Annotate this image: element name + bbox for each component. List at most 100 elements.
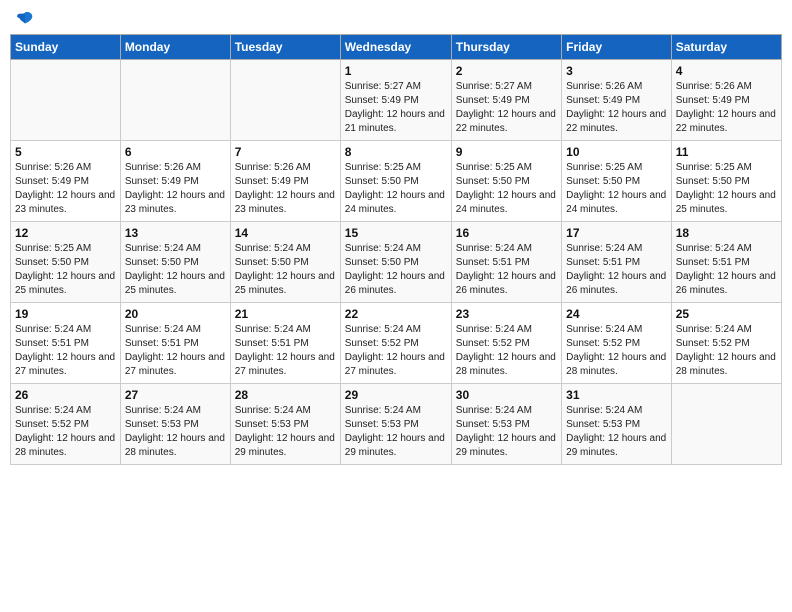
day-number: 21 [235,307,336,321]
day-info-line: Sunrise: 5:24 AM [456,242,557,256]
calendar-day-cell: 14Sunrise: 5:24 AMSunset: 5:50 PMDayligh… [230,222,340,303]
day-info-line: Sunrise: 5:24 AM [345,404,447,418]
day-info-line: Sunset: 5:52 PM [15,418,116,432]
day-info-line: Sunrise: 5:24 AM [566,242,667,256]
day-number: 31 [566,388,667,402]
day-info-line: Sunrise: 5:24 AM [676,323,777,337]
day-info-line: Sunrise: 5:24 AM [566,404,667,418]
calendar-day-cell [120,60,230,141]
day-info-line: Sunset: 5:49 PM [15,175,116,189]
calendar-day-cell: 25 Sunrise: 5:24 AMSunset: 5:52 PMDayligh… [671,303,781,384]
calendar-day-cell: 26Sunrise: 5:24 AMSunset: 5:52 PMDayligh… [11,384,121,465]
day-info-line: Sunset: 5:52 PM [676,337,777,351]
day-info-line: Sunset: 5:49 PM [676,94,777,108]
calendar-day-cell: 4Sunrise: 5:26 AMSunset: 5:49 PMDaylight… [671,60,781,141]
calendar-day-cell: 5Sunrise: 5:26 AMSunset: 5:49 PMDaylight… [11,141,121,222]
day-info-line: Sunrise: 5:24 AM [125,242,226,256]
day-info-line: Sunset: 5:53 PM [125,418,226,432]
calendar-day-cell: 7Sunrise: 5:26 AMSunset: 5:49 PMDaylight… [230,141,340,222]
weekday-header-cell: Friday [562,35,672,60]
day-info-line: Sunset: 5:52 PM [345,337,447,351]
calendar-week-row: 5Sunrise: 5:26 AMSunset: 5:49 PMDaylight… [11,141,782,222]
day-number: 3 [566,64,667,78]
logo [14,10,34,28]
day-number: 22 [345,307,447,321]
day-info-line: Sunrise: 5:24 AM [235,404,336,418]
day-number: 19 [15,307,116,321]
day-info-line: Sunset: 5:50 PM [125,256,226,270]
calendar-day-cell: 19Sunrise: 5:24 AMSunset: 5:51 PMDayligh… [11,303,121,384]
day-number: 17 [566,226,667,240]
day-info-line: Daylight: 12 hours and 24 minutes. [566,189,667,217]
calendar-day-cell: 28Sunrise: 5:24 AMSunset: 5:53 PMDayligh… [230,384,340,465]
day-info-line: Daylight: 12 hours and 29 minutes. [345,432,447,460]
calendar-week-row: 1Sunrise: 5:27 AMSunset: 5:49 PMDaylight… [11,60,782,141]
day-info-line: Sunrise: 5:26 AM [566,80,667,94]
day-info-line: Sunset: 5:51 PM [676,256,777,270]
day-info-line: Sunset: 5:51 PM [566,256,667,270]
day-info-line: Sunset: 5:50 PM [676,175,777,189]
day-info-line: Sunrise: 5:26 AM [235,161,336,175]
day-info-line: Sunrise: 5:26 AM [676,80,777,94]
day-info-line: Daylight: 12 hours and 24 minutes. [345,189,447,217]
calendar-week-row: 12Sunrise: 5:25 AMSunset: 5:50 PMDayligh… [11,222,782,303]
day-info-line: Daylight: 12 hours and 23 minutes. [235,189,336,217]
day-info-line: Daylight: 12 hours and 25 minutes. [235,270,336,298]
day-number: 9 [456,145,557,159]
day-info-line: Sunset: 5:51 PM [125,337,226,351]
day-info-line: Sunrise: 5:24 AM [345,242,447,256]
calendar-week-row: 19Sunrise: 5:24 AMSunset: 5:51 PMDayligh… [11,303,782,384]
calendar-day-cell: 3Sunrise: 5:26 AMSunset: 5:49 PMDaylight… [562,60,672,141]
calendar-day-cell [230,60,340,141]
day-info-line: Sunrise: 5:24 AM [125,323,226,337]
day-info-line: Daylight: 12 hours and 22 minutes. [456,108,557,136]
day-info-line: Sunrise: 5:25 AM [566,161,667,175]
day-info-line: Sunset: 5:51 PM [15,337,116,351]
day-number: 11 [676,145,777,159]
day-number: 25 [676,307,777,321]
day-info-line: Daylight: 12 hours and 28 minutes. [676,351,777,379]
calendar-day-cell: 8Sunrise: 5:25 AMSunset: 5:50 PMDaylight… [340,141,451,222]
day-number: 8 [345,145,447,159]
calendar-table: SundayMondayTuesdayWednesdayThursdayFrid… [10,34,782,465]
weekday-header-cell: Monday [120,35,230,60]
day-info-line: Sunset: 5:50 PM [456,175,557,189]
day-info-line: Sunrise: 5:24 AM [235,323,336,337]
calendar-body: 1Sunrise: 5:27 AMSunset: 5:49 PMDaylight… [11,60,782,465]
day-info-line: Sunrise: 5:24 AM [456,404,557,418]
weekday-header-cell: Thursday [451,35,561,60]
day-number: 16 [456,226,557,240]
calendar-day-cell: 17Sunrise: 5:24 AMSunset: 5:51 PMDayligh… [562,222,672,303]
day-info-line: Sunrise: 5:24 AM [456,323,557,337]
header [10,10,782,28]
day-info-line: Sunset: 5:52 PM [566,337,667,351]
day-info-line: Sunrise: 5:25 AM [456,161,557,175]
day-info-line: Sunset: 5:50 PM [15,256,116,270]
day-number: 27 [125,388,226,402]
day-info-line: Sunrise: 5:24 AM [15,404,116,418]
day-info-line: Sunset: 5:51 PM [456,256,557,270]
day-number: 28 [235,388,336,402]
day-info-line: Sunrise: 5:24 AM [566,323,667,337]
calendar-day-cell: 30Sunrise: 5:24 AMSunset: 5:53 PMDayligh… [451,384,561,465]
calendar-day-cell: 10Sunrise: 5:25 AMSunset: 5:50 PMDayligh… [562,141,672,222]
calendar-day-cell: 21Sunrise: 5:24 AMSunset: 5:51 PMDayligh… [230,303,340,384]
day-number: 15 [345,226,447,240]
day-number: 2 [456,64,557,78]
weekday-header-row: SundayMondayTuesdayWednesdayThursdayFrid… [11,35,782,60]
calendar-day-cell: 27Sunrise: 5:24 AMSunset: 5:53 PMDayligh… [120,384,230,465]
day-info-line: Daylight: 12 hours and 21 minutes. [345,108,447,136]
day-info-line: Daylight: 12 hours and 22 minutes. [566,108,667,136]
calendar-day-cell: 18Sunrise: 5:24 AMSunset: 5:51 PMDayligh… [671,222,781,303]
day-info-line: Daylight: 12 hours and 23 minutes. [15,189,116,217]
day-number: 26 [15,388,116,402]
day-info-line: Sunset: 5:52 PM [456,337,557,351]
calendar-day-cell: 16Sunrise: 5:24 AMSunset: 5:51 PMDayligh… [451,222,561,303]
day-number: 23 [456,307,557,321]
day-info-line: Sunset: 5:50 PM [345,175,447,189]
logo-bird-icon [16,10,34,28]
day-info-line: Sunset: 5:53 PM [456,418,557,432]
day-info-line: Daylight: 12 hours and 29 minutes. [235,432,336,460]
day-info-line: Daylight: 12 hours and 29 minutes. [456,432,557,460]
day-number: 7 [235,145,336,159]
